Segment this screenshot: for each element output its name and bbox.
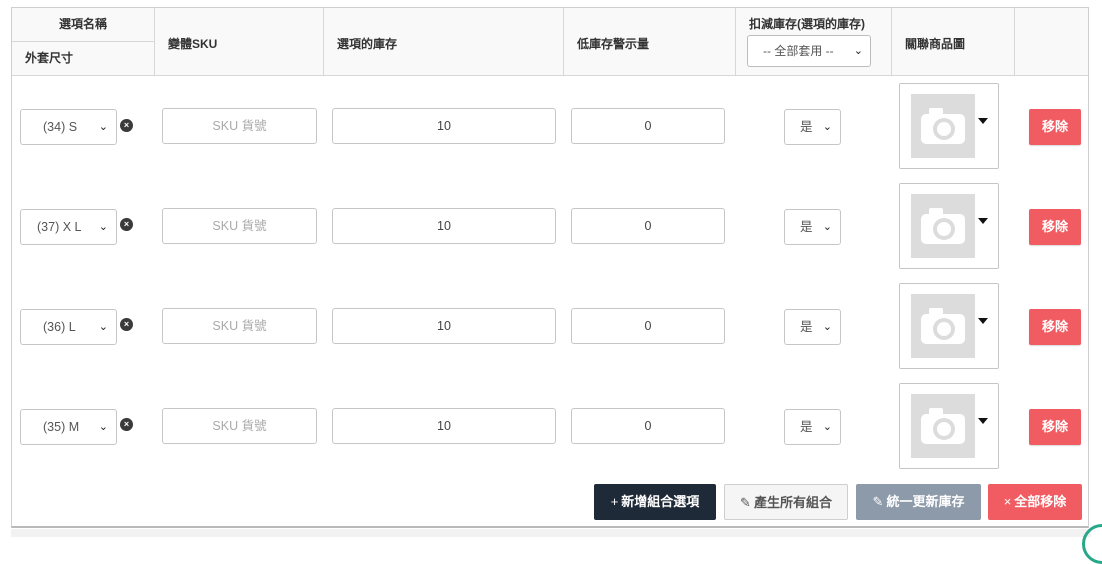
header-stock-label: 選項的庫存 — [337, 37, 398, 51]
close-icon: × — [1003, 494, 1012, 509]
header-deduct-label: 扣減庫存(選項的庫存) — [749, 17, 865, 31]
pencil-icon: ✎ — [740, 495, 751, 510]
update-stock-label: 統一更新庫存 — [886, 494, 965, 509]
chevron-down-icon: ⌄ — [822, 321, 832, 333]
clear-option-icon[interactable]: × — [120, 218, 133, 231]
header-option-name-label: 選項名稱 — [12, 8, 154, 42]
header-option-name: 選項名稱 外套尺寸 — [12, 8, 155, 75]
camera-placeholder-icon — [911, 94, 975, 158]
option-value: (35) M — [43, 420, 80, 434]
low-stock-input[interactable]: 0 — [571, 108, 725, 144]
image-picker[interactable] — [899, 283, 999, 369]
sku-input[interactable]: SKU 貨號 — [162, 108, 317, 144]
chevron-down-icon: ⌄ — [98, 321, 108, 333]
deduct-select[interactable]: 是 ⌄ — [784, 209, 841, 245]
deduct-value: 是 — [800, 220, 813, 234]
clear-option-icon[interactable]: × — [120, 418, 133, 431]
deduct-select[interactable]: 是 ⌄ — [784, 109, 841, 145]
chevron-down-icon: ⌄ — [98, 221, 108, 233]
caret-down-icon — [978, 118, 988, 124]
caret-down-icon — [978, 418, 988, 424]
header-variant-sku: 變體SKU — [155, 8, 324, 75]
header-option-sub-label: 外套尺寸 — [25, 51, 74, 65]
option-select[interactable]: (35) M ⌄ — [20, 409, 117, 445]
deduct-select[interactable]: 是 ⌄ — [784, 309, 841, 345]
remove-row-button[interactable]: 移除 — [1029, 309, 1081, 345]
camera-placeholder-icon — [911, 394, 975, 458]
deduct-apply-all-select[interactable]: -- 全部套用 -- ⌄ — [747, 35, 871, 67]
update-stock-button[interactable]: ✎ 統一更新庫存 — [856, 484, 981, 520]
sku-input[interactable]: SKU 貨號 — [162, 408, 317, 444]
remove-row-button[interactable]: 移除 — [1029, 409, 1081, 445]
header-image-label: 關聯商品圖 — [905, 37, 966, 51]
option-value: (34) S — [43, 120, 78, 134]
chevron-down-icon: ⌄ — [98, 421, 108, 433]
stock-input[interactable]: 10 — [332, 408, 556, 444]
caret-down-icon — [978, 318, 988, 324]
sku-input[interactable]: SKU 貨號 — [162, 308, 317, 344]
camera-placeholder-icon — [911, 194, 975, 258]
header-image: 關聯商品圖 — [892, 8, 1015, 75]
option-select[interactable]: (36) L ⌄ — [20, 309, 117, 345]
stock-input[interactable]: 10 — [332, 108, 556, 144]
header-low-stock-label: 低庫存警示量 — [577, 37, 650, 51]
low-stock-input[interactable]: 0 — [571, 408, 725, 444]
deduct-value: 是 — [800, 320, 813, 334]
header-deduct-stock: 扣減庫存(選項的庫存) -- 全部套用 -- ⌄ — [736, 8, 892, 75]
deduct-value: 是 — [800, 420, 813, 434]
image-picker[interactable] — [899, 383, 999, 469]
caret-down-icon — [978, 218, 988, 224]
remove-row-button[interactable]: 移除 — [1029, 209, 1081, 245]
clear-option-icon[interactable]: × — [120, 119, 133, 132]
chevron-down-icon: ⌄ — [822, 421, 832, 433]
chevron-down-icon: ⌄ — [98, 121, 108, 133]
generate-all-label: 產生所有組合 — [753, 495, 832, 510]
image-picker[interactable] — [899, 183, 999, 269]
generate-all-button[interactable]: ✎ 產生所有組合 — [724, 484, 848, 520]
clear-option-icon[interactable]: × — [120, 318, 133, 331]
option-select[interactable]: (37) X L ⌄ — [20, 209, 117, 245]
chevron-down-icon: ⌄ — [853, 45, 863, 57]
option-value: (37) X L — [37, 220, 82, 234]
header-low-stock: 低庫存警示量 — [564, 8, 736, 75]
deduct-value: 是 — [800, 120, 813, 134]
camera-placeholder-icon — [911, 294, 975, 358]
deduct-select[interactable]: 是 ⌄ — [784, 409, 841, 445]
sku-input[interactable]: SKU 貨號 — [162, 208, 317, 244]
chevron-down-icon: ⌄ — [822, 221, 832, 233]
image-picker[interactable] — [899, 83, 999, 169]
header-divider — [12, 75, 1088, 76]
edit-icon: ✎ — [872, 494, 884, 509]
header-actions — [1015, 8, 1088, 75]
header-stock: 選項的庫存 — [324, 8, 564, 75]
option-value: (36) L — [43, 320, 76, 334]
stock-input[interactable]: 10 — [332, 208, 556, 244]
remove-all-button[interactable]: × 全部移除 — [988, 484, 1082, 520]
chevron-down-icon: ⌄ — [822, 121, 832, 133]
remove-row-button[interactable]: 移除 — [1029, 109, 1081, 145]
header-variant-sku-label: 變體SKU — [168, 37, 218, 51]
add-combination-button[interactable]: + 新增組合選項 — [594, 484, 716, 520]
add-combination-label: 新增組合選項 — [621, 494, 700, 509]
stock-input[interactable]: 10 — [332, 308, 556, 344]
plus-icon: + — [610, 494, 619, 509]
remove-all-label: 全部移除 — [1014, 494, 1067, 509]
page-bottom-strip — [11, 529, 1091, 537]
low-stock-input[interactable]: 0 — [571, 208, 725, 244]
low-stock-input[interactable]: 0 — [571, 308, 725, 344]
variant-options-panel: 選項名稱 外套尺寸 變體SKU 選項的庫存 低庫存警示量 扣減庫存(選項的庫存)… — [11, 7, 1089, 528]
option-select[interactable]: (34) S ⌄ — [20, 109, 117, 145]
deduct-apply-all-value: -- 全部套用 -- — [763, 44, 834, 58]
